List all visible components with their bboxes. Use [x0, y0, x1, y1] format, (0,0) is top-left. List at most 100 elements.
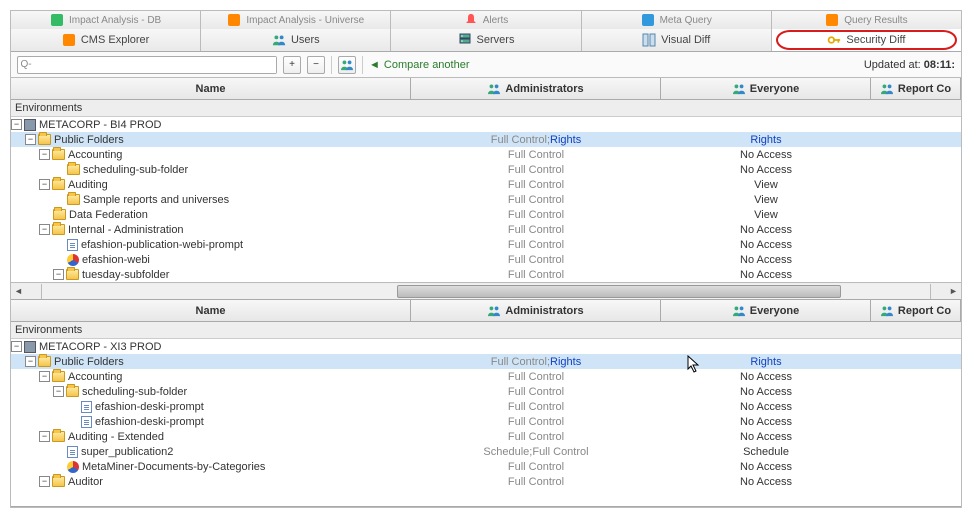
scroll-right-icon[interactable]: ► [946, 284, 961, 299]
col-report[interactable]: Report Co [871, 78, 961, 99]
folder-icon [38, 134, 51, 145]
toggle-icon[interactable]: − [39, 476, 50, 487]
node-label: efashion-webi [82, 254, 150, 266]
tab-cms-explorer[interactable]: CMS Explorer [11, 29, 201, 51]
col-name[interactable]: Name [11, 300, 411, 321]
node-label: tuesday-subfolder [82, 269, 169, 281]
tree-root[interactable]: −METACORP - XI3 PROD [11, 339, 961, 354]
tree-row[interactable]: super_publication2Schedule; Full Control… [11, 444, 961, 459]
tree-row[interactable]: −AccountingFull ControlNo Access [11, 369, 961, 384]
compare-another-link[interactable]: ◄ Compare another [369, 59, 470, 71]
impact2-icon [227, 13, 241, 27]
tab-label: Visual Diff [661, 34, 710, 46]
tree-row[interactable]: −tuesday-subfolderFull ControlNo Access [11, 267, 961, 282]
node-label: Public Folders [54, 356, 124, 368]
tree-row[interactable]: −Public FoldersFull Control; RightsRight… [11, 132, 961, 147]
expand-all-button[interactable]: + [283, 56, 301, 74]
tab-bar: Impact Analysis - DBImpact Analysis - Un… [11, 11, 961, 52]
tab-alerts[interactable]: Alerts [391, 11, 581, 29]
tree-root[interactable]: −METACORP - BI4 PROD [11, 117, 961, 132]
collapse-all-button[interactable]: − [307, 56, 325, 74]
search-input[interactable] [34, 57, 276, 73]
toggle-icon[interactable]: − [53, 269, 64, 280]
tab-impact-analysis-universe[interactable]: Impact Analysis - Universe [201, 11, 391, 29]
server-icon [24, 341, 36, 353]
col-report[interactable]: Report Co [871, 300, 961, 321]
tree-row[interactable]: −Internal - AdministrationFull ControlNo… [11, 222, 961, 237]
node-label: Auditing - Extended [68, 431, 164, 443]
toggle-icon[interactable]: − [39, 224, 50, 235]
search-input-wrap: Q- [17, 56, 277, 74]
tab-impact-analysis-db[interactable]: Impact Analysis - DB [11, 11, 201, 29]
rights-link[interactable]: Rights [750, 134, 781, 146]
toggle-icon[interactable]: − [39, 431, 50, 442]
toggle-icon[interactable]: − [25, 356, 36, 367]
folder-icon [52, 149, 65, 160]
users-button[interactable] [338, 56, 356, 74]
toggle-icon[interactable]: − [39, 149, 50, 160]
folder-icon [66, 269, 79, 280]
key-icon [827, 33, 841, 47]
toggle-icon[interactable]: − [39, 179, 50, 190]
tree-row[interactable]: −Auditing - ExtendedFull ControlNo Acces… [11, 429, 961, 444]
tab-label: Servers [477, 34, 515, 46]
folder-icon [52, 371, 65, 382]
tab-label: Meta Query [660, 15, 712, 26]
toggle-icon[interactable]: − [25, 134, 36, 145]
tree-row[interactable]: −AccountingFull ControlNo Access [11, 147, 961, 162]
col-name[interactable]: Name [11, 78, 411, 99]
tree-row[interactable]: scheduling-sub-folderFull ControlNo Acce… [11, 162, 961, 177]
tab-users[interactable]: Users [201, 29, 391, 51]
impact-icon [50, 13, 64, 27]
document-icon [67, 239, 78, 251]
tree-row[interactable]: −Public FoldersFull Control; RightsRight… [11, 354, 961, 369]
node-label: super_publication2 [81, 446, 173, 458]
tree-row[interactable]: efashion-publication-webi-promptFull Con… [11, 237, 961, 252]
tree-row[interactable]: −AuditingFull ControlView [11, 177, 961, 192]
tree-row[interactable]: efashion-webiFull ControlNo Access [11, 252, 961, 267]
node-label: scheduling-sub-folder [82, 386, 187, 398]
tab-label: Alerts [483, 15, 509, 26]
col-everyone[interactable]: Everyone [661, 78, 871, 99]
search-prefix: Q- [18, 59, 34, 70]
document-icon [81, 401, 92, 413]
toggle-icon[interactable]: − [11, 341, 22, 352]
tab-query-results[interactable]: Query Results [772, 11, 961, 29]
col-everyone[interactable]: Everyone [661, 300, 871, 321]
toggle-icon[interactable]: − [11, 119, 22, 130]
scroll-thumb[interactable] [397, 285, 841, 298]
rights-link[interactable]: Rights [750, 356, 781, 368]
node-label: Sample reports and universes [83, 194, 229, 206]
tab-security-diff[interactable]: Security Diff [772, 29, 961, 51]
folder-icon [53, 209, 66, 220]
col-admin[interactable]: Administrators [411, 78, 661, 99]
rights-link[interactable]: Rights [550, 356, 581, 368]
toggle-icon[interactable]: − [39, 371, 50, 382]
col-admin[interactable]: Administrators [411, 300, 661, 321]
rights-link[interactable]: Rights [550, 134, 581, 146]
people-icon [880, 83, 894, 95]
tree-row[interactable]: Sample reports and universesFull Control… [11, 192, 961, 207]
env-label-top: Environments [11, 100, 961, 117]
webi-icon [67, 461, 79, 473]
tree-row[interactable]: efashion-deski-promptFull ControlNo Acce… [11, 399, 961, 414]
people-icon [732, 305, 746, 317]
tab-label: CMS Explorer [81, 34, 149, 46]
tab-meta-query[interactable]: Meta Query [582, 11, 772, 29]
folder-icon [67, 164, 80, 175]
scroll-left-icon[interactable]: ◄ [11, 284, 26, 299]
document-icon [81, 416, 92, 428]
folder-icon [66, 386, 79, 397]
toggle-icon[interactable]: − [53, 386, 64, 397]
diff-icon [642, 33, 656, 47]
hscroll-top[interactable]: ◄ ► [11, 282, 961, 299]
tree-row[interactable]: −AuditorFull ControlNo Access [11, 474, 961, 489]
tree-row[interactable]: −scheduling-sub-folderFull ControlNo Acc… [11, 384, 961, 399]
tree-row[interactable]: MetaMiner-Documents-by-CategoriesFull Co… [11, 459, 961, 474]
tab-visual-diff[interactable]: Visual Diff [582, 29, 772, 51]
tree-row[interactable]: Data FederationFull ControlView [11, 207, 961, 222]
tab-servers[interactable]: Servers [391, 29, 581, 51]
folder-icon [38, 356, 51, 367]
tree-row[interactable]: efashion-deski-promptFull ControlNo Acce… [11, 414, 961, 429]
pane-top: Environments −METACORP - BI4 PROD−Public… [11, 100, 961, 300]
